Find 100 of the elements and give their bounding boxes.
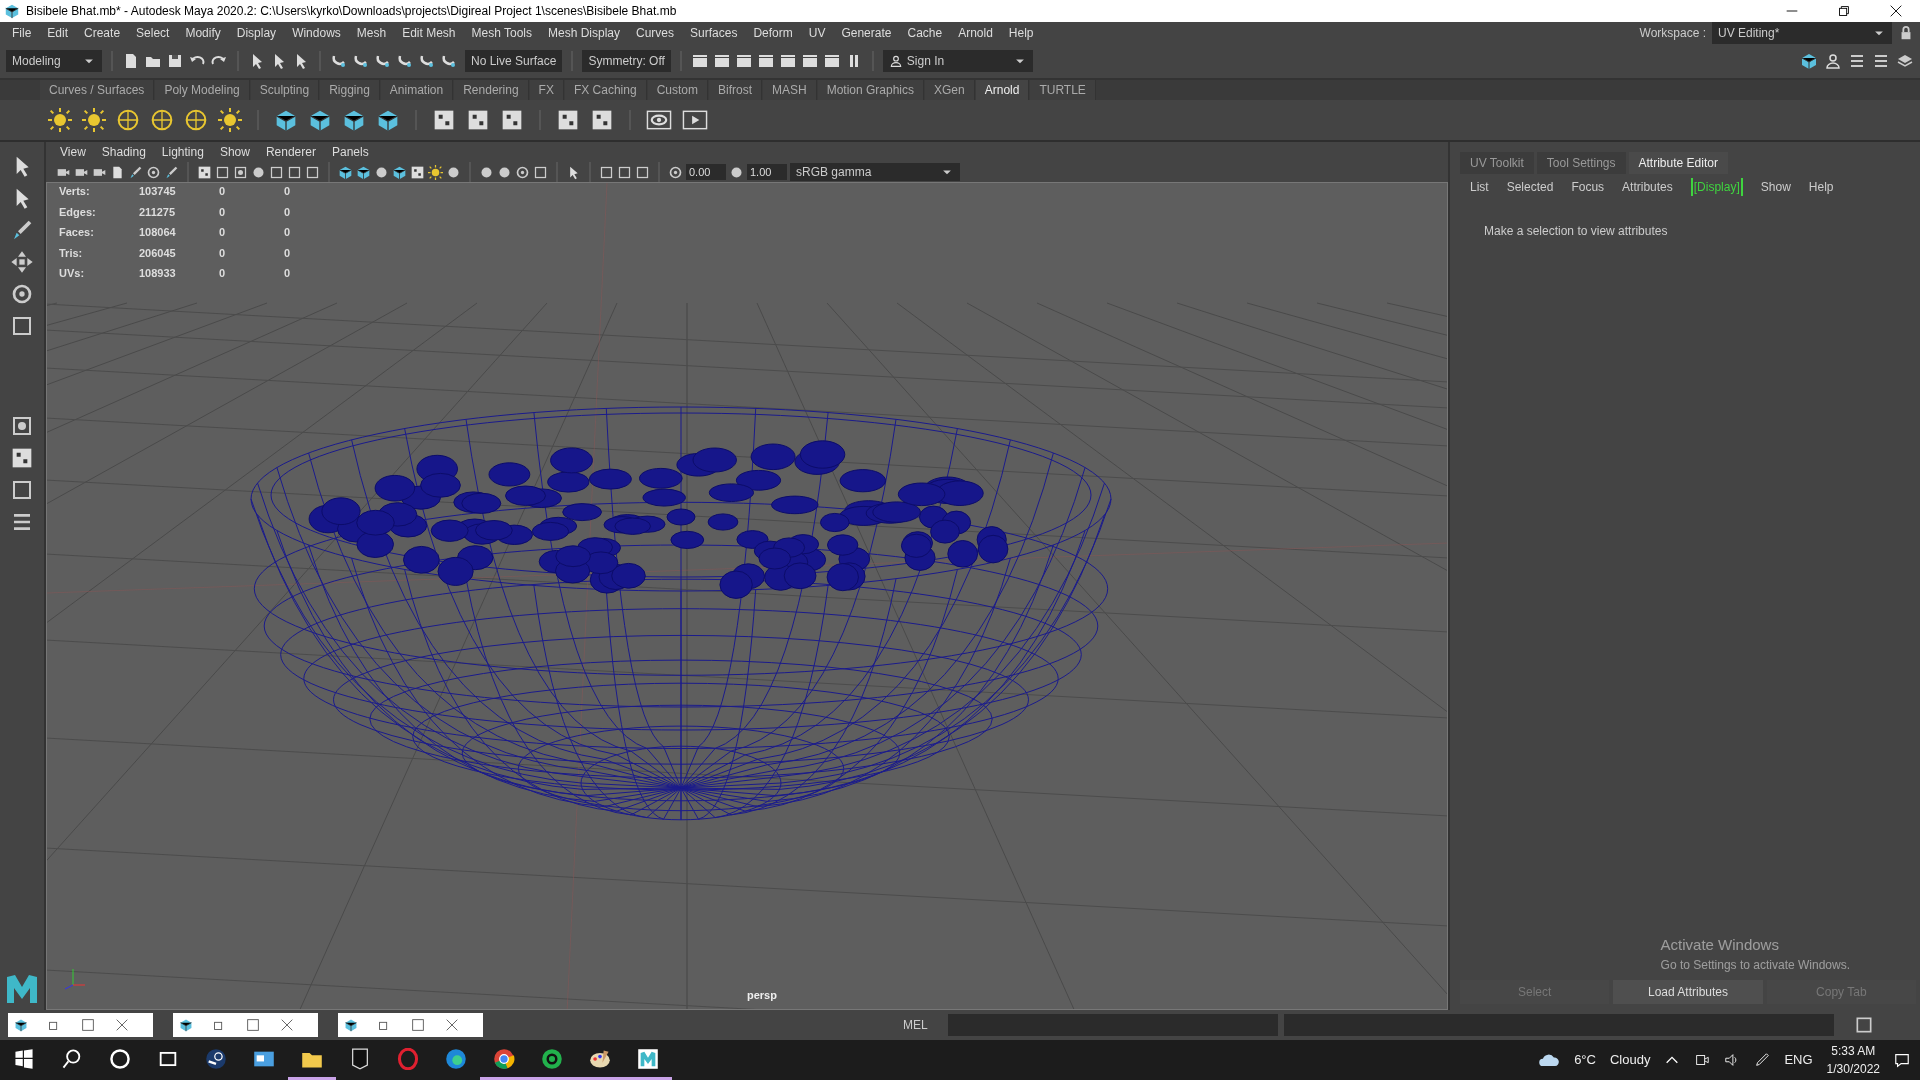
symmetry-dropdown[interactable]: Symmetry: Off bbox=[582, 50, 671, 72]
minimized-window[interactable] bbox=[338, 1013, 483, 1037]
command-input-field[interactable] bbox=[947, 1014, 1278, 1036]
panel-menu-item[interactable]: Lighting bbox=[153, 143, 212, 161]
clapper-icon[interactable] bbox=[690, 52, 709, 70]
cube-icon[interactable] bbox=[376, 108, 400, 132]
list-icon[interactable] bbox=[1872, 52, 1890, 70]
panel-menu-item[interactable]: Panels bbox=[323, 143, 377, 161]
gamma-field[interactable]: 1.00 bbox=[747, 163, 787, 181]
panel-tab[interactable]: UV Toolkit bbox=[1460, 152, 1534, 174]
menu-item[interactable]: Mesh bbox=[348, 24, 395, 42]
panel-menu-item[interactable]: View bbox=[52, 143, 94, 161]
display-toggle-icon[interactable] bbox=[287, 164, 302, 180]
menu-item[interactable]: Deform bbox=[745, 24, 801, 42]
panel-tab[interactable]: Attribute Editor bbox=[1628, 152, 1728, 174]
exposure-icon[interactable] bbox=[668, 164, 683, 180]
editor-menu-item[interactable]: Focus bbox=[1571, 178, 1605, 196]
editor-menu-item[interactable]: Show bbox=[1760, 178, 1791, 196]
close-icon[interactable] bbox=[1888, 3, 1904, 19]
editor-menu-item[interactable]: Selected bbox=[1506, 178, 1554, 196]
clapper-icon[interactable] bbox=[756, 52, 775, 70]
shading-icon[interactable] bbox=[356, 164, 371, 180]
checker-icon[interactable] bbox=[556, 108, 580, 132]
shelf-tab[interactable]: Poly Modeling bbox=[155, 80, 250, 100]
language-indicator[interactable]: ENG bbox=[1784, 1050, 1813, 1070]
globe-icon[interactable] bbox=[150, 108, 174, 132]
maximize-icon[interactable] bbox=[80, 1017, 96, 1033]
menu-item[interactable]: Help bbox=[1000, 24, 1042, 42]
layout-icon[interactable] bbox=[10, 478, 34, 502]
menu-item[interactable]: Mesh Tools bbox=[463, 24, 540, 42]
panel-menu-item[interactable]: Shading bbox=[93, 143, 154, 161]
shelf-tab[interactable]: Rigging bbox=[320, 80, 380, 100]
cube-icon[interactable] bbox=[342, 108, 366, 132]
minimized-window[interactable] bbox=[8, 1013, 153, 1037]
menu-item[interactable]: Arnold bbox=[950, 24, 1001, 42]
editor-menu-item[interactable]: [Display] bbox=[1690, 178, 1743, 196]
layers-icon[interactable] bbox=[1896, 52, 1914, 70]
color-space-dropdown[interactable]: sRGB gamma bbox=[790, 163, 960, 181]
clapper-icon[interactable] bbox=[712, 52, 731, 70]
notification-icon[interactable] bbox=[1894, 1052, 1910, 1068]
display-toggle-icon[interactable] bbox=[233, 164, 248, 180]
clapper-icon[interactable] bbox=[734, 52, 753, 70]
display-toggle-icon[interactable] bbox=[305, 164, 320, 180]
save-icon[interactable] bbox=[166, 52, 184, 70]
layout-icon[interactable] bbox=[10, 446, 34, 470]
menu-item[interactable]: Curves bbox=[628, 24, 683, 42]
editor-menu-item[interactable]: Attributes bbox=[1622, 178, 1673, 196]
editor-button[interactable]: Load Attributes bbox=[1613, 980, 1763, 1004]
clapper-icon[interactable] bbox=[800, 52, 819, 70]
globe-icon[interactable] bbox=[184, 108, 208, 132]
menu-item[interactable]: Display bbox=[228, 24, 285, 42]
command-language[interactable]: MEL bbox=[903, 1016, 928, 1034]
editor-menu-item[interactable]: Help bbox=[1808, 178, 1834, 196]
shelf-tab[interactable]: Animation bbox=[380, 80, 454, 100]
rotate-icon[interactable] bbox=[10, 282, 34, 306]
clapper-icon[interactable] bbox=[778, 52, 797, 70]
scale-icon[interactable] bbox=[10, 314, 34, 338]
pen-icon[interactable] bbox=[1754, 1052, 1771, 1068]
checker-icon[interactable] bbox=[466, 108, 490, 132]
camera-icon[interactable] bbox=[1694, 1052, 1711, 1068]
shelf-tab[interactable]: Custom bbox=[647, 80, 708, 100]
cube-icon[interactable] bbox=[308, 108, 332, 132]
exposure-field[interactable]: 0.00 bbox=[686, 163, 726, 181]
minimized-window[interactable] bbox=[173, 1013, 318, 1037]
shelf-tab[interactable]: Bifrost bbox=[708, 80, 762, 100]
panel-menu-item[interactable]: Show bbox=[211, 143, 258, 161]
list-icon[interactable] bbox=[1848, 52, 1866, 70]
sun-icon[interactable] bbox=[48, 108, 72, 132]
lighting-icon[interactable] bbox=[515, 164, 530, 180]
display-toggle-icon[interactable] bbox=[215, 164, 230, 180]
live-surface-field[interactable]: No Live Surface bbox=[465, 50, 563, 72]
menu-item[interactable]: Edit bbox=[39, 24, 77, 42]
person-icon[interactable] bbox=[1824, 52, 1842, 70]
shading-icon[interactable] bbox=[392, 164, 407, 180]
menu-item[interactable]: Cache bbox=[899, 24, 951, 42]
shelf-tab[interactable]: MASH bbox=[763, 80, 817, 100]
checker-icon[interactable] bbox=[500, 108, 524, 132]
menu-item[interactable]: Select bbox=[128, 24, 178, 42]
isolate-icon[interactable] bbox=[617, 164, 632, 180]
checker-icon[interactable] bbox=[590, 108, 614, 132]
shelf-tab[interactable]: Arnold bbox=[975, 80, 1030, 100]
editor-menu-item[interactable]: List bbox=[1470, 178, 1489, 196]
menu-item[interactable]: Mesh Display bbox=[540, 24, 629, 42]
menu-item[interactable]: Edit Mesh bbox=[394, 24, 464, 42]
layout-icon[interactable] bbox=[10, 414, 34, 438]
sun-icon[interactable] bbox=[218, 108, 242, 132]
menu-item[interactable]: Create bbox=[76, 24, 129, 42]
isolate-icon[interactable] bbox=[599, 164, 614, 180]
maximize-icon[interactable] bbox=[410, 1017, 426, 1033]
shelf-tab[interactable]: XGen bbox=[925, 80, 975, 100]
menu-item[interactable]: Windows bbox=[284, 24, 349, 42]
display-toggle-icon[interactable] bbox=[197, 164, 212, 180]
menu-item[interactable]: Modify bbox=[177, 24, 229, 42]
shelf-tab[interactable]: Motion Graphics bbox=[817, 80, 925, 100]
isolate-icon[interactable] bbox=[635, 164, 650, 180]
restore-icon[interactable] bbox=[1836, 3, 1852, 19]
shelf-tab[interactable]: FX bbox=[529, 80, 564, 100]
sign-in-dropdown[interactable]: Sign In bbox=[882, 50, 1033, 72]
workspace-dropdown[interactable]: UV Editing* bbox=[1712, 22, 1892, 44]
menu-item[interactable]: File bbox=[4, 24, 40, 42]
